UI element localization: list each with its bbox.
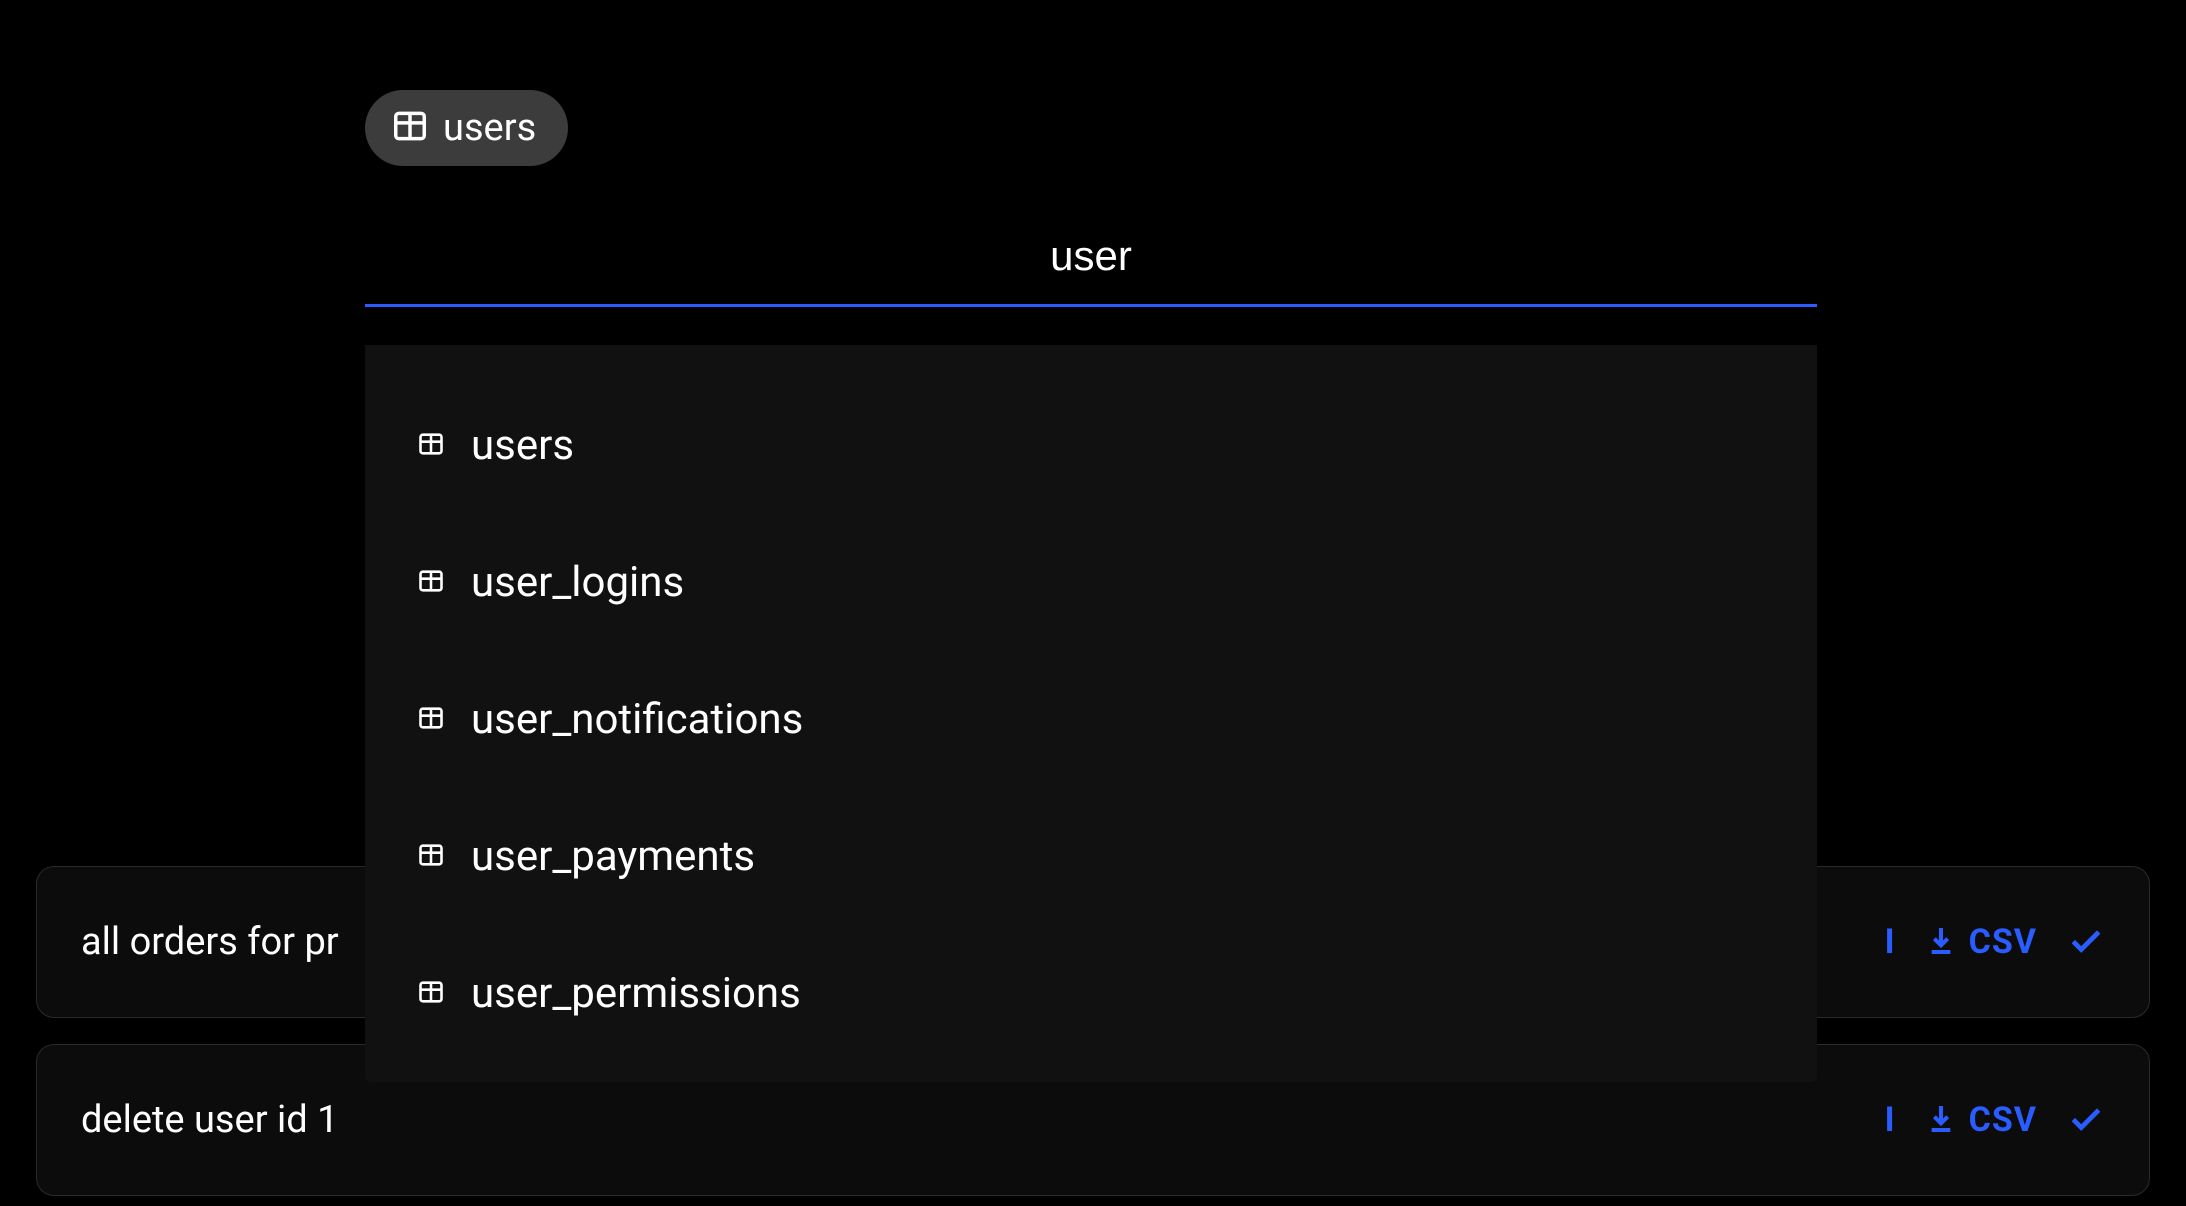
dropdown-item-user-notifications[interactable]: user_notifications <box>365 651 1817 788</box>
dropdown-item-user-logins[interactable]: user_logins <box>365 514 1817 651</box>
search-container <box>365 232 1817 307</box>
history-actions: I CSV <box>1885 921 2105 963</box>
table-icon <box>417 567 445 599</box>
dropdown-item-user-payments[interactable]: user_payments <box>365 788 1817 925</box>
search-input[interactable] <box>365 232 1817 304</box>
dropdown-item-label: user_logins <box>471 558 684 607</box>
dropdown-item-users[interactable]: users <box>365 377 1817 514</box>
dropdown-item-user-permissions[interactable]: user_permissions <box>365 925 1817 1062</box>
export-csv-button[interactable]: CSV <box>1925 1100 2037 1140</box>
dropdown-item-label: user_payments <box>471 832 755 881</box>
dropdown-item-label: user_permissions <box>471 969 801 1018</box>
history-action-fragment[interactable]: I <box>1885 1100 1895 1140</box>
table-icon <box>391 107 429 149</box>
table-icon <box>417 978 445 1010</box>
check-icon[interactable] <box>2067 1099 2105 1141</box>
history-action-fragment[interactable]: I <box>1885 922 1895 962</box>
export-csv-button[interactable]: CSV <box>1925 922 2037 962</box>
history-actions: I CSV <box>1855 1099 2105 1141</box>
history-query-text: all orders for pr <box>81 920 339 964</box>
download-icon <box>1925 924 1957 960</box>
csv-label: CSV <box>1969 1100 2037 1140</box>
table-icon <box>417 430 445 462</box>
context-chip-label: users <box>443 106 536 150</box>
history-query-text: delete user id 1 <box>81 1098 338 1142</box>
csv-label: CSV <box>1969 922 2037 962</box>
dropdown-item-label: user_notifications <box>471 695 803 744</box>
table-icon <box>417 704 445 736</box>
autocomplete-dropdown: users user_logins user_notifications <box>365 345 1817 1082</box>
context-chip-users[interactable]: users <box>365 90 568 166</box>
search-underline <box>365 304 1817 307</box>
download-icon <box>1925 1102 1957 1138</box>
dropdown-item-label: users <box>471 421 574 470</box>
table-icon <box>417 841 445 873</box>
check-icon[interactable] <box>2067 921 2105 963</box>
